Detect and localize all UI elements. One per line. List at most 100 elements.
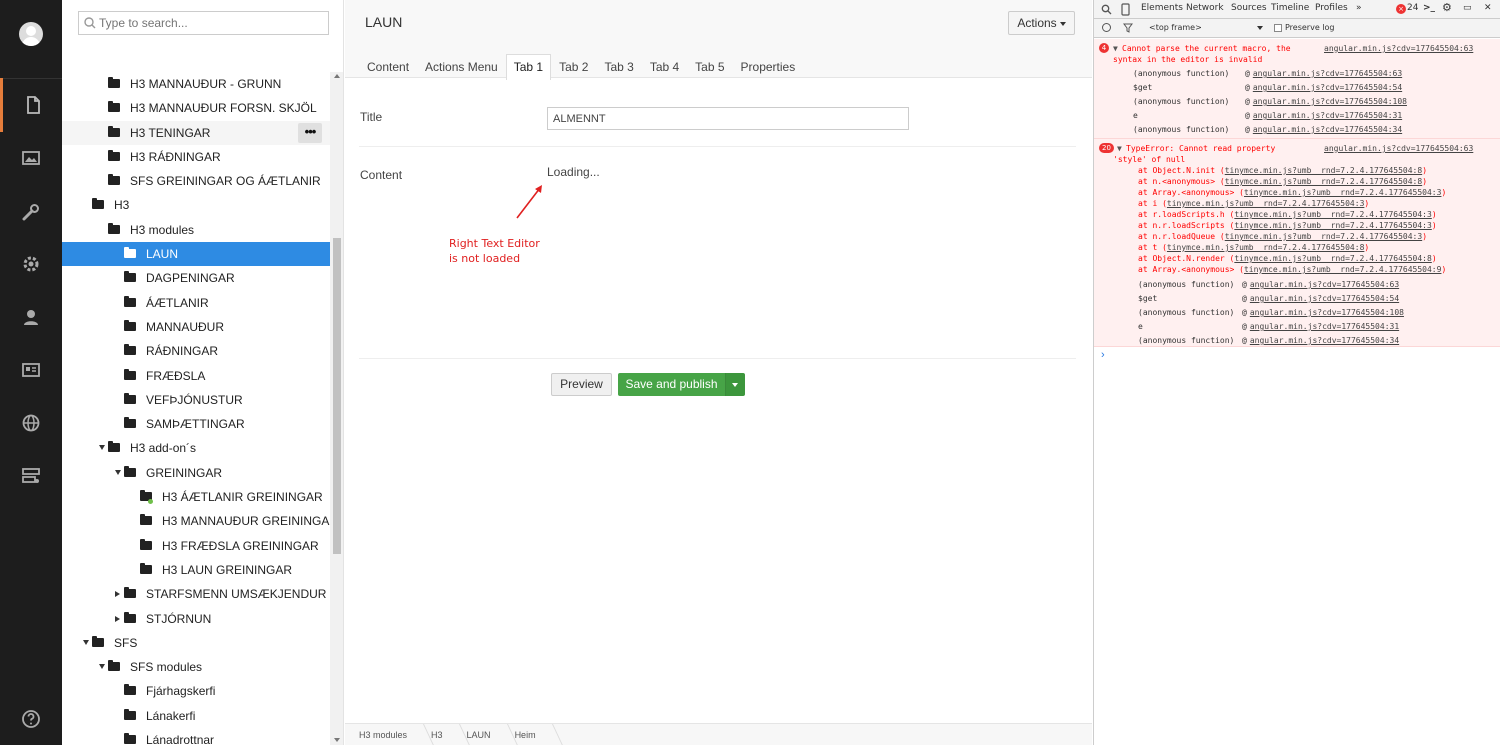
expand-triangle-icon[interactable]: ▼ [1117,143,1122,154]
tree-node[interactable]: H3 modules [62,218,330,242]
scroll-down-icon[interactable] [334,738,340,742]
actions-button[interactable]: Actions [1008,11,1075,35]
stack-trace-link[interactable]: tinymce.min.js?umb__rnd=7.2.4.177645504:… [1244,188,1441,197]
search-input[interactable] [78,11,329,35]
tab-profiles[interactable]: Profiles [1315,3,1348,13]
tree-node[interactable]: DAGPENINGAR [62,266,330,290]
tab-content[interactable]: Content [359,54,417,79]
stack-trace-link[interactable]: tinymce.min.js?umb__rnd=7.2.4.177645504:… [1234,210,1431,219]
tab-timeline[interactable]: Timeline [1271,3,1309,13]
device-mode-icon[interactable] [1121,3,1130,16]
settings-gear-icon[interactable]: ⚙ [1442,1,1452,14]
caret-right-icon[interactable] [115,615,120,622]
tab-tab-2[interactable]: Tab 2 [551,54,596,79]
dock-side-icon[interactable]: ▭ [1463,3,1472,13]
tree-node[interactable]: GREININGAR [62,461,330,485]
save-and-publish-button[interactable]: Save and publish [618,373,725,396]
tab-actions-menu[interactable]: Actions Menu [417,54,506,79]
tree-node[interactable]: H3 RÁÐNINGAR [62,145,330,169]
content-section-icon[interactable] [0,78,62,132]
tree-node[interactable]: Fjárhagskerfi [62,679,330,703]
stack-link[interactable]: angular.min.js?cdv=177645504:108 [1250,308,1404,317]
tree-node[interactable]: LAUN [62,242,330,267]
tree-node[interactable]: SFS GREININGAR OG ÁÆTLANIR [62,169,330,193]
publish-options-button[interactable] [725,373,745,396]
tab-tab-4[interactable]: Tab 4 [642,54,687,79]
tab-properties[interactable]: Properties [733,54,804,79]
tree-node[interactable]: MANNAUÐUR [62,315,330,339]
tree-node[interactable]: STARFSMENN UMSÆKJENDUR [62,582,330,606]
tree-node[interactable]: Lánakerfi [62,704,330,728]
developer-section-icon[interactable] [0,237,62,291]
help-section-icon[interactable] [0,692,62,745]
chevron-down-icon[interactable] [1257,26,1263,30]
filter-icon[interactable] [1123,23,1133,33]
stack-trace-link[interactable]: tinymce.min.js?umb__rnd=7.2.4.177645504:… [1167,243,1364,252]
stack-link[interactable]: angular.min.js?cdv=177645504:34 [1253,125,1402,134]
page-title[interactable]: LAUN [365,14,402,30]
breadcrumb-item[interactable]: LAUN [467,724,505,745]
tree-node[interactable]: H3 MANNAUÐUR FORSN. SKJÖL [62,96,330,120]
search-icon[interactable] [1101,4,1112,15]
scroll-up-icon[interactable] [334,74,340,78]
clear-console-icon[interactable] [1102,23,1111,32]
stack-link[interactable]: angular.min.js?cdv=177645504:54 [1250,294,1399,303]
caret-down-icon[interactable] [99,664,105,670]
tree-node[interactable]: Lánadrottnar [62,728,330,745]
media-section-icon[interactable] [0,131,62,185]
user-avatar[interactable] [19,22,43,46]
scrollbar-thumb[interactable] [333,238,341,554]
error-source-link[interactable]: angular.min.js?cdv=177645504:63 [1324,43,1473,54]
tree-node[interactable]: H3 LAUN GREININGAR [62,558,330,582]
tree-node[interactable]: STJÓRNUN [62,607,330,631]
stack-link[interactable]: angular.min.js?cdv=177645504:54 [1253,83,1402,92]
more-tabs-icon[interactable]: » [1356,3,1362,13]
translation-section-icon[interactable] [0,396,62,450]
stack-link[interactable]: angular.min.js?cdv=177645504:34 [1250,336,1399,345]
error-source-link[interactable]: angular.min.js?cdv=177645504:63 [1324,143,1473,154]
tree-node[interactable]: VEFÞJÓNUSTUR [62,388,330,412]
tab-sources[interactable]: Sources [1231,3,1267,13]
stack-link[interactable]: angular.min.js?cdv=177645504:63 [1253,69,1402,78]
console-drawer-icon[interactable]: >_ [1423,3,1435,13]
error-icon[interactable]: × [1396,4,1406,14]
preserve-log-checkbox[interactable] [1274,24,1282,32]
stack-trace-link[interactable]: tinymce.min.js?umb__rnd=7.2.4.177645504:… [1234,221,1431,230]
stack-link[interactable]: angular.min.js?cdv=177645504:108 [1253,97,1407,106]
tab-network[interactable]: Network [1186,3,1224,13]
tree-node[interactable]: RÁÐNINGAR [62,339,330,363]
members-section-icon[interactable] [0,343,62,397]
stack-trace-link[interactable]: tinymce.min.js?umb__rnd=7.2.4.177645504:… [1225,177,1422,186]
stack-trace-link[interactable]: tinymce.min.js?umb__rnd=7.2.4.177645504:… [1234,254,1431,263]
caret-right-icon[interactable] [115,591,120,598]
tree-node[interactable]: SAMÞÆTTINGAR [62,412,330,436]
tree-node[interactable]: ÁÆTLANIR [62,291,330,315]
error-count[interactable]: 24 [1407,3,1418,13]
tree-node[interactable]: H3 [62,193,330,217]
tree-node[interactable]: H3 TENINGAR ••• [62,120,330,145]
stack-trace-link[interactable]: tinymce.min.js?umb__rnd=7.2.4.177645504:… [1167,199,1364,208]
console-prompt[interactable]: › [1101,349,1105,361]
breadcrumb-item[interactable]: H3 [431,724,457,745]
title-field[interactable] [547,107,909,130]
breadcrumb-item[interactable]: H3 modules [359,724,421,745]
tab-tab-3[interactable]: Tab 3 [596,54,641,79]
tab-tab-5[interactable]: Tab 5 [687,54,732,79]
tree-node[interactable]: H3 add-on´s [62,436,330,460]
caret-down-icon[interactable] [99,445,105,451]
stack-trace-link[interactable]: tinymce.min.js?umb__rnd=7.2.4.177645504:… [1244,265,1441,274]
tree-node[interactable]: SFS modules [62,655,330,679]
settings-section-icon[interactable] [0,185,62,239]
tree-scrollbar[interactable] [330,72,343,745]
stack-trace-link[interactable]: tinymce.min.js?umb__rnd=7.2.4.177645504:… [1225,166,1422,175]
tree-node[interactable]: SFS [62,631,330,655]
node-options-button[interactable]: ••• [298,122,322,143]
tab-elements[interactable]: Elements [1141,3,1183,13]
breadcrumb-item[interactable]: Heim [515,724,550,745]
stack-link[interactable]: angular.min.js?cdv=177645504:31 [1253,111,1402,120]
caret-down-icon[interactable] [83,639,89,645]
users-section-icon[interactable] [0,290,62,344]
stack-link[interactable]: angular.min.js?cdv=177645504:31 [1250,322,1399,331]
tree-node[interactable]: H3 FRÆÐSLA GREININGAR [62,534,330,558]
frame-selector[interactable]: <top frame> [1149,23,1202,32]
